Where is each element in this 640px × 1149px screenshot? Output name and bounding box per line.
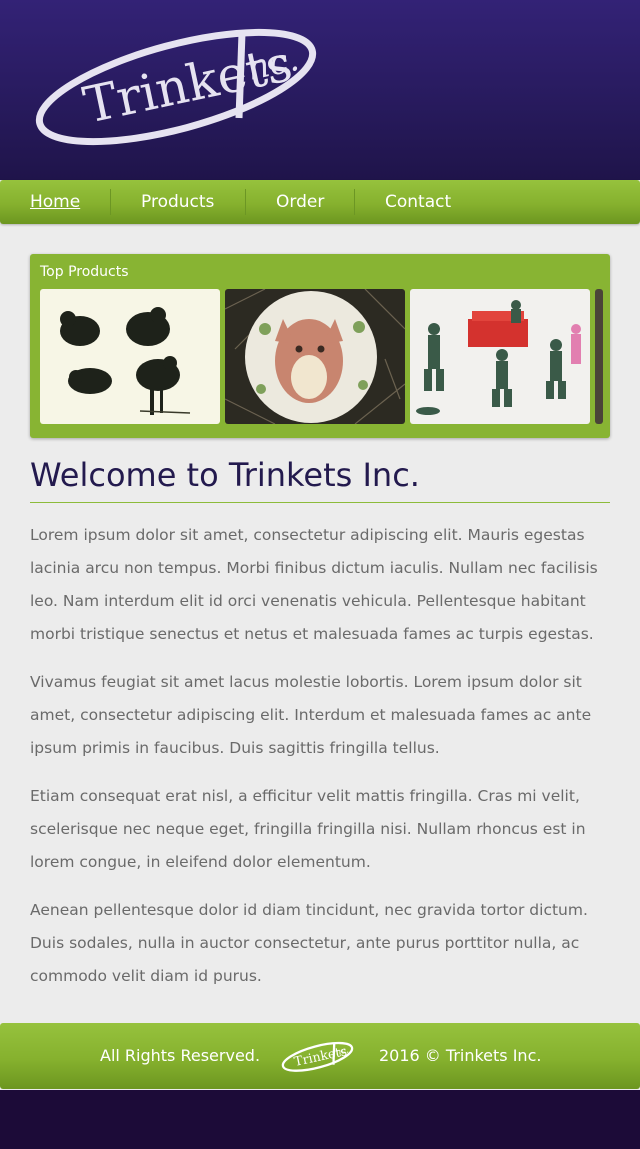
product-image-army-men[interactable] [410,289,590,424]
top-products-title: Top Products [40,264,129,280]
nav-divider [245,189,246,215]
product-image-partial[interactable] [595,289,603,424]
product-image-toy-soldiers[interactable] [40,289,220,424]
site-header: Trinkets nc. [0,0,640,180]
nav-divider [354,189,355,215]
nav-home[interactable]: Home [30,180,80,224]
paragraph: Lorem ipsum dolor sit amet, consectetur … [30,526,598,643]
product-image-fox-ornament[interactable] [225,289,405,424]
nav-order[interactable]: Order [276,180,324,224]
site-footer: All Rights Reserved. Trinkets nc. 2016 ©… [0,1023,640,1089]
nav-contact[interactable]: Contact [385,180,451,224]
main-nav: Home Products Order Contact [0,180,640,224]
main-content: Lorem ipsum dolor sit amet, consectetur … [30,519,616,1008]
trinkets-logo[interactable]: Trinkets nc. [28,25,328,150]
paragraph: Vivamus feugiat sit amet lacus molestie … [30,673,592,757]
footer-copyright-text: 2016 © Trinkets Inc. [379,1046,542,1065]
paragraph: Aenean pellentesque dolor id diam tincid… [30,901,588,985]
title-divider [30,502,610,503]
bottom-bar [0,1090,640,1149]
top-products-carousel: Top Products [30,254,610,438]
page-title: Welcome to Trinkets Inc. [30,456,420,494]
nav-products[interactable]: Products [141,180,214,224]
footer-rights-text: All Rights Reserved. [100,1046,261,1065]
nav-divider [110,189,111,215]
paragraph: Etiam consequat erat nisl, a efficitur v… [30,787,586,871]
footer-logo: Trinkets nc. [281,1041,354,1072]
